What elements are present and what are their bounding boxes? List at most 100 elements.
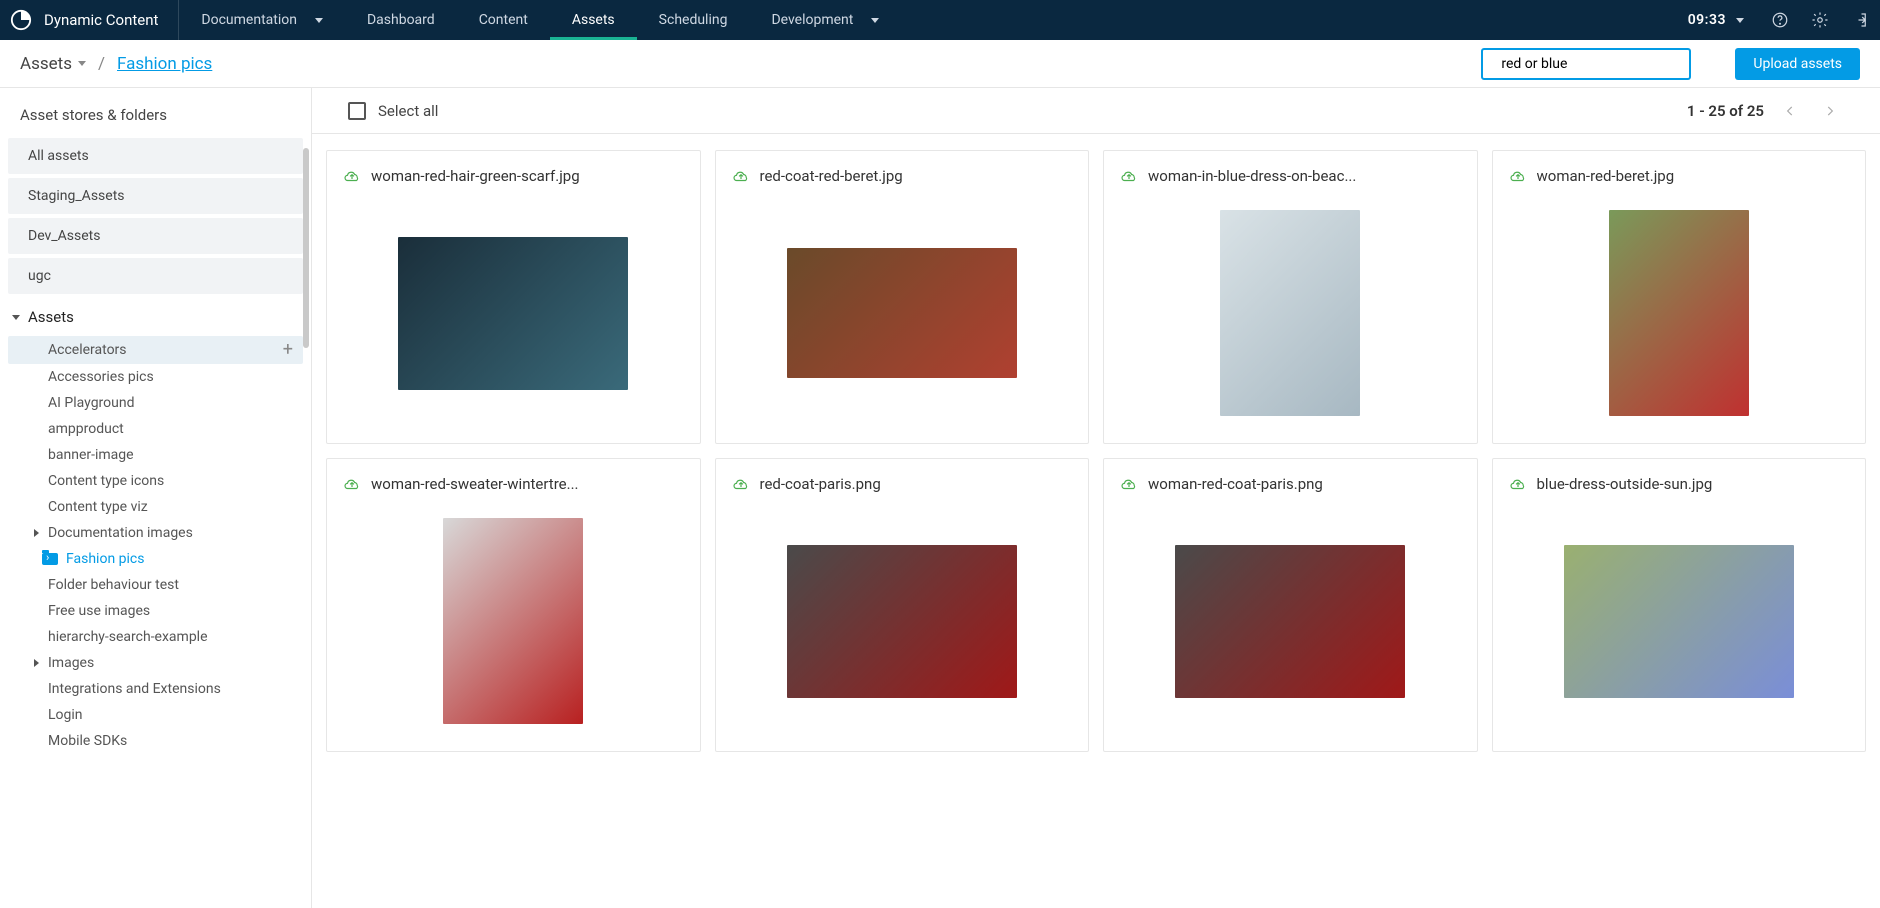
- folder-label: Integrations and Extensions: [42, 681, 293, 697]
- chevron-right-icon: [1823, 104, 1837, 118]
- paging-text: 1 - 25 of 25: [1687, 102, 1764, 120]
- brand-title: Dynamic Content: [44, 11, 158, 29]
- nav-development[interactable]: Development: [749, 0, 901, 40]
- nav-content[interactable]: Content: [457, 0, 550, 40]
- nav-assets[interactable]: Assets: [550, 0, 637, 40]
- asset-title: woman-red-beret.jpg: [1537, 167, 1675, 185]
- add-icon[interactable]: +: [283, 341, 293, 359]
- brand[interactable]: Dynamic Content: [0, 0, 179, 40]
- asset-card[interactable]: red-coat-red-beret.jpg: [715, 150, 1090, 444]
- select-all-checkbox[interactable]: [348, 102, 366, 120]
- folder-item[interactable]: Integrations and Extensions: [8, 676, 303, 702]
- nav-documentation[interactable]: Documentation: [179, 0, 345, 40]
- sub-bar: Assets / Fashion pics Upload assets: [0, 40, 1880, 88]
- store-item[interactable]: Dev_Assets: [8, 218, 303, 254]
- asset-title: woman-red-coat-paris.png: [1148, 475, 1323, 493]
- folder-item[interactable]: hierarchy-search-example: [8, 624, 303, 650]
- thumb-area: [732, 195, 1073, 431]
- folder-label: hierarchy-search-example: [42, 629, 293, 645]
- asset-card[interactable]: woman-red-sweater-wintertre...: [326, 458, 701, 752]
- asset-thumbnail: [787, 248, 1017, 378]
- next-page-button[interactable]: [1816, 97, 1844, 125]
- chevron-right-icon: [34, 659, 39, 667]
- store-item[interactable]: Staging_Assets: [8, 178, 303, 214]
- folder-item[interactable]: AI Playground: [8, 390, 303, 416]
- folder-item[interactable]: Images: [8, 650, 303, 676]
- asset-card[interactable]: woman-in-blue-dress-on-beac...: [1103, 150, 1478, 444]
- help-icon: [1771, 11, 1789, 29]
- breadcrumb-current[interactable]: Fashion pics: [117, 54, 212, 74]
- store-item[interactable]: ugc: [8, 258, 303, 294]
- folder-item[interactable]: banner-image: [8, 442, 303, 468]
- cloud-upload-icon: [1120, 169, 1138, 183]
- folder-item[interactable]: Content type icons: [8, 468, 303, 494]
- folder-label: Free use images: [42, 603, 293, 619]
- asset-title: blue-dress-outside-sun.jpg: [1537, 475, 1713, 493]
- asset-thumbnail: [787, 545, 1017, 698]
- search-input[interactable]: [1501, 56, 1679, 72]
- folder-item[interactable]: Documentation images: [8, 520, 303, 546]
- asset-thumbnail: [1220, 210, 1360, 416]
- breadcrumb-root[interactable]: Assets: [20, 54, 86, 74]
- assets-root-label: Assets: [28, 308, 74, 326]
- folder-item[interactable]: Accelerators+: [8, 336, 303, 364]
- assets-tree-root[interactable]: Assets: [8, 298, 303, 336]
- folder-label: Content type viz: [42, 499, 293, 515]
- toolbar: Select all 1 - 25 of 25: [312, 88, 1880, 134]
- logo-icon: [10, 9, 32, 31]
- sidebar-heading: Asset stores & folders: [8, 98, 303, 134]
- settings-button[interactable]: [1800, 0, 1840, 40]
- gear-icon: [1811, 11, 1829, 29]
- folder-label: ampproduct: [42, 421, 293, 437]
- folder-label: Mobile SDKs: [42, 733, 293, 749]
- asset-card[interactable]: woman-red-coat-paris.png: [1103, 458, 1478, 752]
- upload-button[interactable]: Upload assets: [1735, 48, 1860, 80]
- asset-card[interactable]: blue-dress-outside-sun.jpg: [1492, 458, 1867, 752]
- logout-button[interactable]: [1840, 0, 1880, 40]
- thumb-area: [1120, 503, 1461, 739]
- folder-icon: [42, 553, 58, 565]
- cloud-upload-icon: [732, 477, 750, 491]
- asset-card[interactable]: red-coat-paris.png: [715, 458, 1090, 752]
- nav-scheduling[interactable]: Scheduling: [637, 0, 750, 40]
- folder-item[interactable]: Folder behaviour test: [8, 572, 303, 598]
- prev-page-button[interactable]: [1776, 97, 1804, 125]
- cloud-upload-icon: [1120, 477, 1138, 491]
- scrollbar[interactable]: [303, 148, 309, 348]
- nav-dashboard[interactable]: Dashboard: [345, 0, 457, 40]
- cloud-upload-icon: [1509, 477, 1527, 491]
- asset-thumbnail: [398, 237, 628, 390]
- asset-thumbnail: [443, 518, 583, 724]
- breadcrumb-root-label: Assets: [20, 54, 72, 74]
- search-box[interactable]: [1481, 48, 1691, 80]
- chevron-down-icon: [78, 61, 86, 66]
- folder-item[interactable]: ampproduct: [8, 416, 303, 442]
- folder-item[interactable]: Mobile SDKs: [8, 728, 303, 754]
- asset-card[interactable]: woman-red-beret.jpg: [1492, 150, 1867, 444]
- folder-item[interactable]: Content type viz: [8, 494, 303, 520]
- time-text: 09:33: [1688, 12, 1726, 28]
- asset-title: red-coat-paris.png: [760, 475, 881, 493]
- cloud-upload-icon: [732, 169, 750, 183]
- asset-grid: woman-red-hair-green-scarf.jpg red-coat-r…: [312, 134, 1880, 908]
- folder-item[interactable]: Free use images: [8, 598, 303, 624]
- help-button[interactable]: [1760, 0, 1800, 40]
- top-nav: Dynamic Content DocumentationDashboardCo…: [0, 0, 1880, 40]
- folder-label: Content type icons: [42, 473, 293, 489]
- main: Select all 1 - 25 of 25 woman-red-hair-g…: [312, 88, 1880, 908]
- asset-title: woman-in-blue-dress-on-beac...: [1148, 167, 1356, 185]
- chevron-left-icon: [1783, 104, 1797, 118]
- store-item[interactable]: All assets: [8, 138, 303, 174]
- cloud-upload-icon: [343, 477, 361, 491]
- folder-label: Folder behaviour test: [42, 577, 293, 593]
- asset-thumbnail: [1609, 210, 1749, 416]
- asset-card[interactable]: woman-red-hair-green-scarf.jpg: [326, 150, 701, 444]
- chevron-right-icon: [34, 529, 39, 537]
- asset-thumbnail: [1564, 545, 1794, 698]
- folder-item[interactable]: Accessories pics: [8, 364, 303, 390]
- asset-title: woman-red-hair-green-scarf.jpg: [371, 167, 580, 185]
- folder-item[interactable]: Fashion pics: [8, 546, 303, 572]
- time-display[interactable]: 09:33: [1672, 12, 1760, 28]
- thumb-area: [1509, 503, 1850, 739]
- folder-item[interactable]: Login: [8, 702, 303, 728]
